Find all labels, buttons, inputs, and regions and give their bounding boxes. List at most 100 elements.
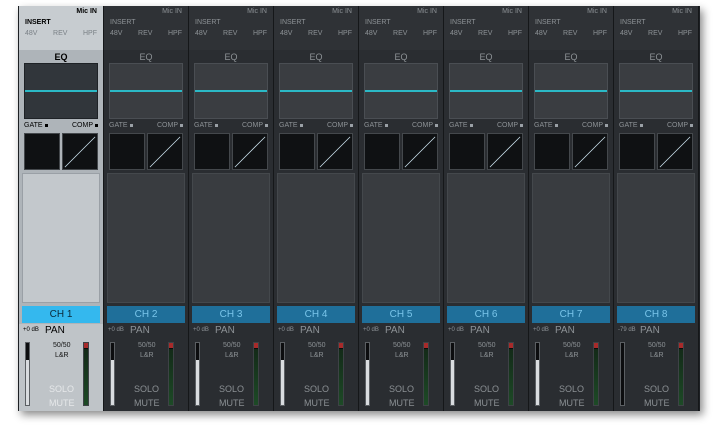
fader-track-area[interactable] [617, 173, 695, 303]
input-section[interactable]: Mic IN INSERT 48V REV HPF [19, 6, 103, 50]
insert-label[interactable]: INSERT [535, 19, 561, 26]
mic-in-label[interactable]: Mic IN [247, 8, 267, 15]
input-section[interactable]: Mic IN INSERT 48V REV HPF [529, 6, 613, 50]
channel-select-button[interactable]: CH 6 [447, 306, 525, 323]
eq-graph[interactable] [109, 63, 183, 119]
reverb-toggle[interactable]: REV [223, 30, 237, 37]
hpf-toggle[interactable]: HPF [168, 30, 182, 37]
phantom-48v-toggle[interactable]: 48V [195, 30, 207, 37]
phantom-48v-toggle[interactable]: 48V [365, 30, 377, 37]
mic-in-label[interactable]: Mic IN [162, 8, 182, 15]
mic-in-label[interactable]: Mic IN [76, 8, 97, 15]
pan-label[interactable]: PAN [385, 325, 405, 336]
pan-value[interactable]: 50/50 L&R [308, 341, 326, 361]
channel-fader[interactable] [535, 342, 540, 406]
gate-graph[interactable] [364, 133, 400, 170]
input-section[interactable]: Mic IN INSERT 48V REV HPF [359, 6, 443, 50]
channel-select-button[interactable]: CH 4 [277, 306, 355, 323]
pan-value[interactable]: 50/50 L&R [563, 341, 581, 361]
channel-fader[interactable] [620, 342, 625, 406]
reverb-toggle[interactable]: REV [53, 30, 67, 37]
phantom-48v-toggle[interactable]: 48V [110, 30, 122, 37]
pan-value[interactable]: 50/50 L&R [138, 341, 156, 361]
solo-button[interactable]: SOLO [474, 384, 499, 394]
comp-graph[interactable] [317, 133, 353, 170]
gate-graph[interactable] [279, 133, 315, 170]
eq-graph[interactable] [24, 63, 98, 119]
comp-graph[interactable] [487, 133, 523, 170]
gate-graph[interactable] [534, 133, 570, 170]
phantom-48v-toggle[interactable]: 48V [280, 30, 292, 37]
insert-label[interactable]: INSERT [195, 19, 221, 26]
fader-track-area[interactable] [447, 173, 525, 303]
gate-graph[interactable] [194, 133, 230, 170]
input-section[interactable]: Mic IN INSERT 48V REV HPF [444, 6, 528, 50]
solo-button[interactable]: SOLO [304, 384, 329, 394]
comp-label[interactable]: COMP [497, 122, 523, 132]
phantom-48v-toggle[interactable]: 48V [25, 30, 37, 37]
solo-button[interactable]: SOLO [559, 384, 584, 394]
channel-fader[interactable] [195, 342, 200, 406]
comp-graph[interactable] [572, 133, 608, 170]
fader-track-area[interactable] [107, 173, 185, 303]
channel-fader[interactable] [110, 342, 115, 406]
fader-track-area[interactable] [277, 173, 355, 303]
pan-label[interactable]: PAN [130, 325, 150, 336]
channel-fader[interactable] [450, 342, 455, 406]
solo-button[interactable]: SOLO [49, 384, 74, 394]
input-section[interactable]: Mic IN INSERT 48V REV HPF [104, 6, 188, 50]
mute-button[interactable]: MUTE [474, 398, 500, 408]
mute-button[interactable]: MUTE [49, 398, 75, 408]
pan-value[interactable]: 50/50 L&R [393, 341, 411, 361]
insert-label[interactable]: INSERT [25, 19, 51, 26]
gate-graph[interactable] [109, 133, 145, 170]
gate-label[interactable]: GATE [279, 122, 303, 132]
eq-graph[interactable] [534, 63, 608, 119]
channel-select-button[interactable]: CH 5 [362, 306, 440, 323]
gate-label[interactable]: GATE [24, 122, 48, 132]
comp-graph[interactable] [657, 133, 693, 170]
fader-track-area[interactable] [22, 173, 100, 303]
input-section[interactable]: Mic IN INSERT 48V REV HPF [614, 6, 698, 50]
eq-graph[interactable] [449, 63, 523, 119]
reverb-toggle[interactable]: REV [138, 30, 152, 37]
mic-in-label[interactable]: Mic IN [587, 8, 607, 15]
gate-label[interactable]: GATE [619, 122, 643, 132]
mute-button[interactable]: MUTE [559, 398, 585, 408]
hpf-toggle[interactable]: HPF [423, 30, 437, 37]
insert-label[interactable]: INSERT [620, 19, 646, 26]
pan-value[interactable]: 50/50 L&R [53, 341, 71, 361]
insert-label[interactable]: INSERT [280, 19, 306, 26]
insert-label[interactable]: INSERT [450, 19, 476, 26]
comp-graph[interactable] [147, 133, 183, 170]
solo-button[interactable]: SOLO [389, 384, 414, 394]
hpf-toggle[interactable]: HPF [593, 30, 607, 37]
comp-label[interactable]: COMP [667, 122, 693, 132]
pan-label[interactable]: PAN [555, 325, 575, 336]
fader-track-area[interactable] [532, 173, 610, 303]
solo-button[interactable]: SOLO [644, 384, 669, 394]
eq-graph[interactable] [279, 63, 353, 119]
reverb-toggle[interactable]: REV [393, 30, 407, 37]
pan-value[interactable]: 50/50 L&R [223, 341, 241, 361]
channel-fader[interactable] [25, 342, 30, 406]
pan-label[interactable]: PAN [45, 325, 65, 336]
gate-graph[interactable] [619, 133, 655, 170]
gate-graph[interactable] [449, 133, 485, 170]
input-section[interactable]: Mic IN INSERT 48V REV HPF [274, 6, 358, 50]
comp-label[interactable]: COMP [582, 122, 608, 132]
pan-value[interactable]: 50/50 L&R [648, 341, 666, 361]
fader-track-area[interactable] [192, 173, 270, 303]
hpf-toggle[interactable]: HPF [83, 30, 97, 37]
gate-label[interactable]: GATE [449, 122, 473, 132]
mute-button[interactable]: MUTE [219, 398, 245, 408]
pan-value[interactable]: 50/50 L&R [478, 341, 496, 361]
phantom-48v-toggle[interactable]: 48V [620, 30, 632, 37]
gate-label[interactable]: GATE [109, 122, 133, 132]
mic-in-label[interactable]: Mic IN [502, 8, 522, 15]
comp-label[interactable]: COMP [242, 122, 268, 132]
channel-fader[interactable] [280, 342, 285, 406]
eq-graph[interactable] [364, 63, 438, 119]
phantom-48v-toggle[interactable]: 48V [535, 30, 547, 37]
channel-select-button[interactable]: CH 7 [532, 306, 610, 323]
